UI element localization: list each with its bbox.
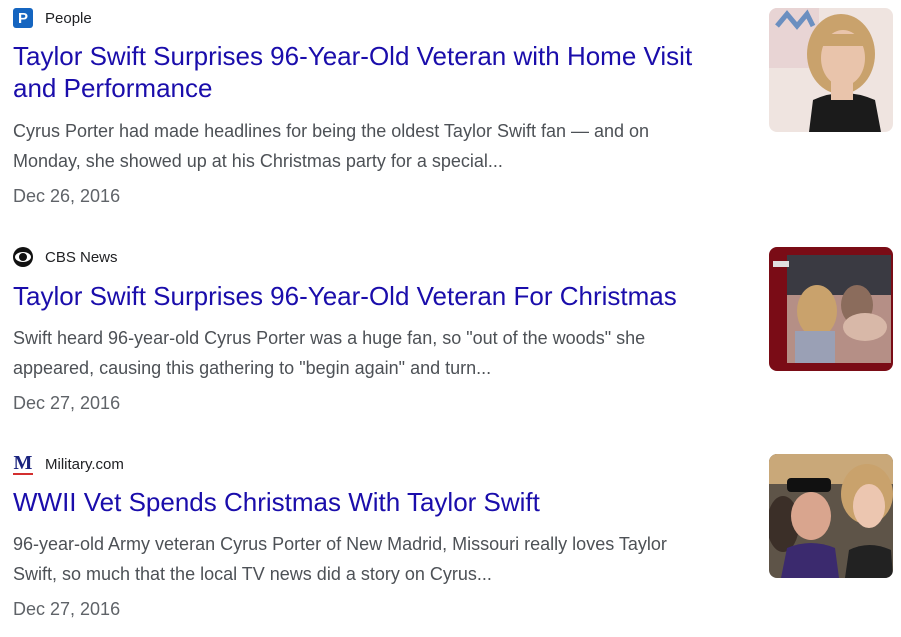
news-source[interactable]: CBS News <box>13 246 118 268</box>
news-results-list: P People Taylor Swift Surprises 96-Year-… <box>0 0 901 637</box>
veteran-selfie-thumbnail[interactable] <box>769 454 893 578</box>
cbs-eye-logo-icon <box>13 247 33 267</box>
source-name: Military.com <box>45 455 124 473</box>
news-date: Dec 27, 2016 <box>13 393 121 413</box>
news-date: Dec 26, 2016 <box>13 186 121 206</box>
news-headline-link[interactable]: Taylor Swift Surprises 96-Year-Old Veter… <box>13 280 733 312</box>
news-source[interactable]: M Military.com <box>13 453 124 475</box>
news-source[interactable]: P People <box>13 7 92 29</box>
source-name: CBS News <box>45 248 118 266</box>
people-logo-icon: P <box>13 8 33 28</box>
news-snippet: Swift heard 96-year-old Cyrus Porter was… <box>13 328 646 378</box>
news-date: Dec 27, 2016 <box>13 599 121 619</box>
news-snippet: Cyrus Porter had made headlines for bein… <box>13 121 650 171</box>
news-snippet: 96-year-old Army veteran Cyrus Porter of… <box>13 534 667 584</box>
singer-red-carpet-thumbnail[interactable] <box>769 8 893 132</box>
source-name: People <box>45 9 92 27</box>
christmas-party-video-thumbnail[interactable] <box>769 247 893 371</box>
military-m-logo-icon: M <box>13 452 33 475</box>
news-headline-link[interactable]: Taylor Swift Surprises 96-Year-Old Veter… <box>13 40 733 104</box>
news-headline-link[interactable]: WWII Vet Spends Christmas With Taylor Sw… <box>13 486 733 518</box>
